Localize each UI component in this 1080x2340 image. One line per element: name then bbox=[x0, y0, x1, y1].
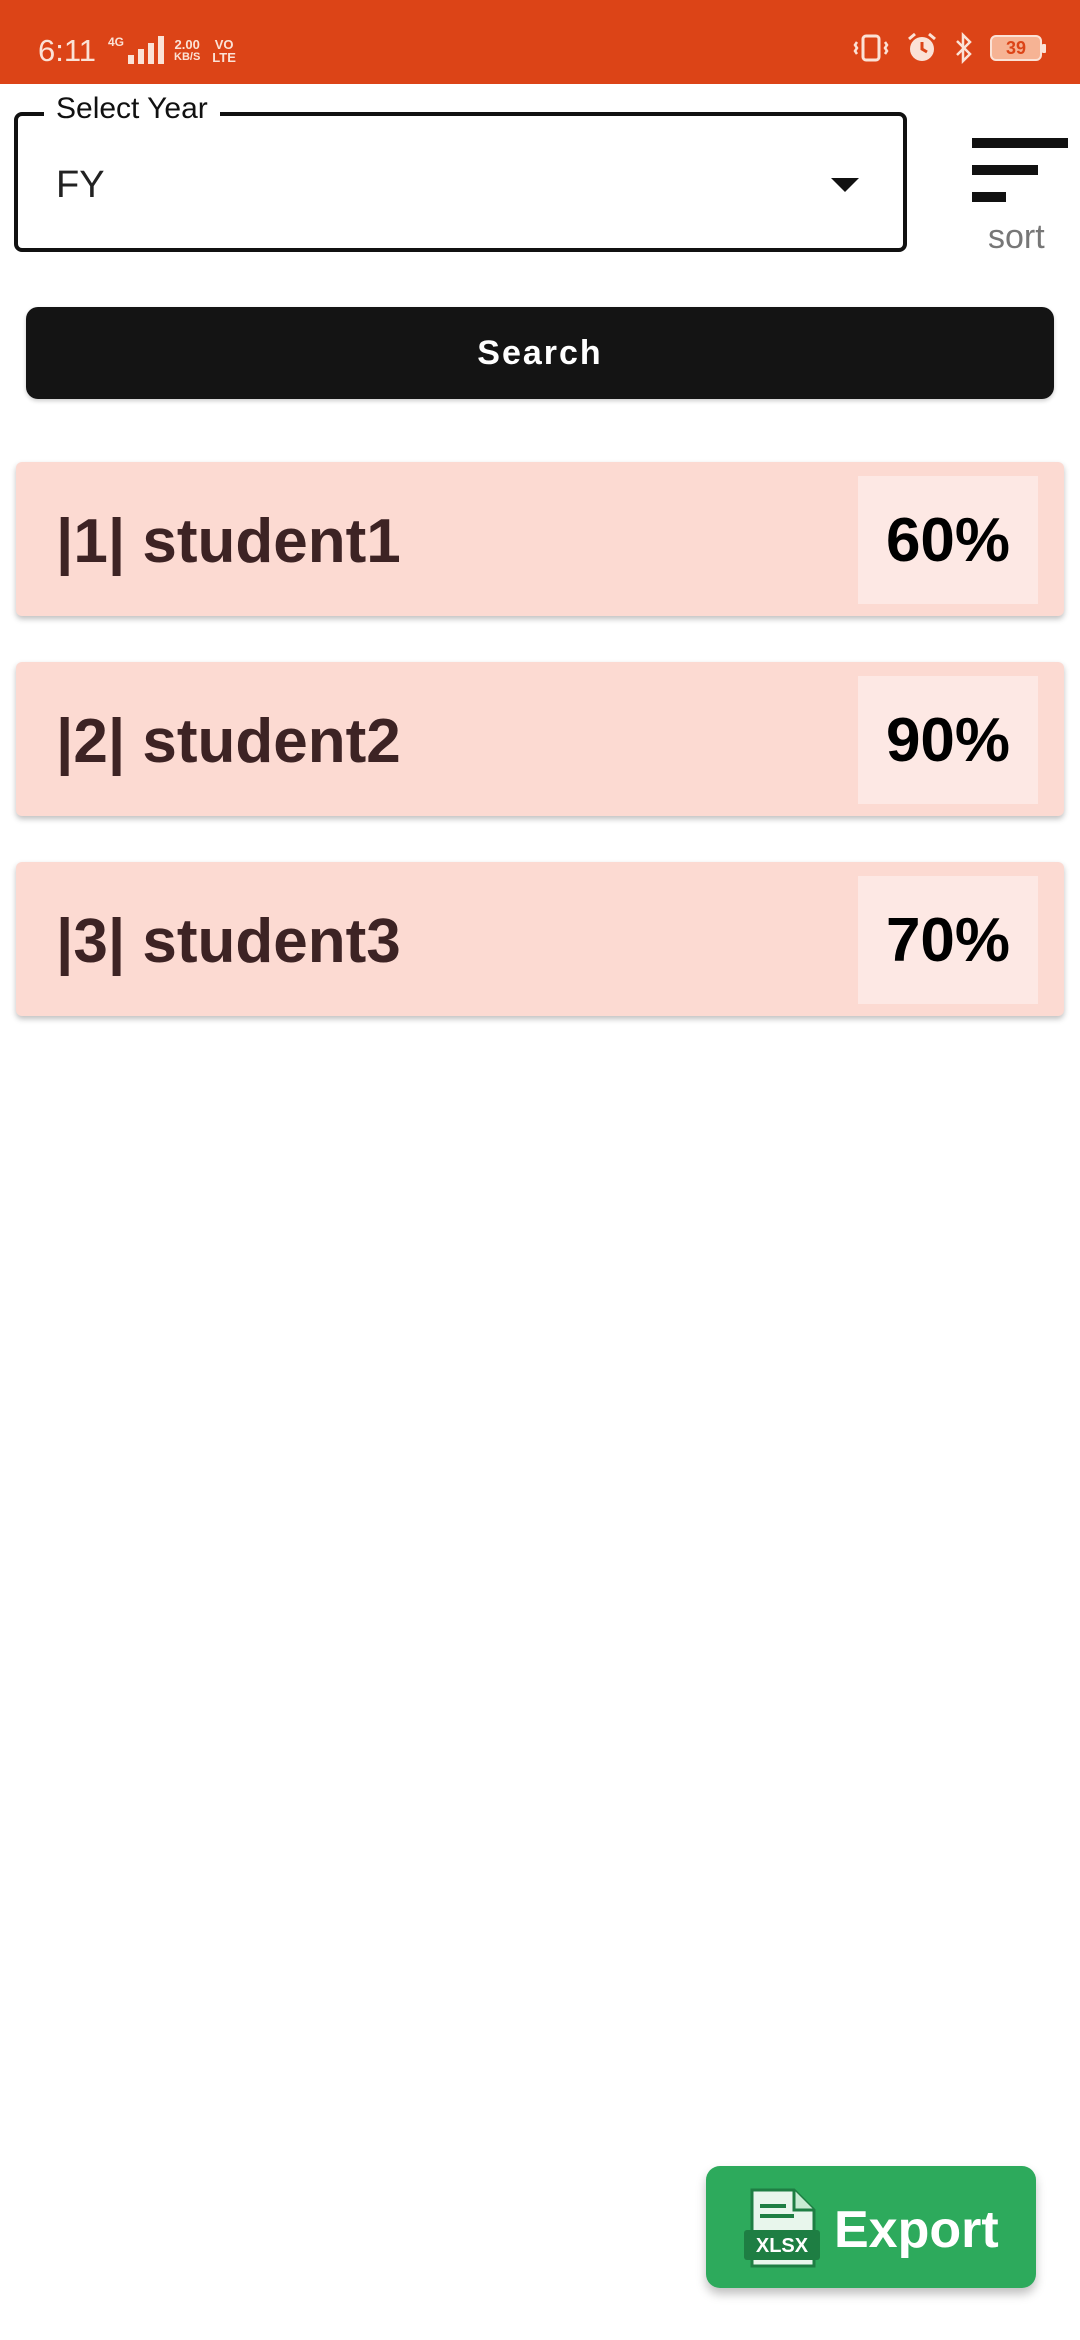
volte-indicator: VO LTE bbox=[212, 37, 236, 65]
network-type: 4G bbox=[108, 35, 125, 49]
vibrate-icon bbox=[853, 34, 889, 62]
student-list-item[interactable]: |1| student1 60% bbox=[16, 462, 1064, 616]
status-bar: 6:11 4G 2.00 KB/S VO LTE 39 bbox=[0, 0, 1080, 84]
student-name: |2| student2 bbox=[56, 707, 401, 776]
student-list: |1| student1 60% |2| student2 90% |3| st… bbox=[16, 462, 1064, 1062]
sort-icon bbox=[972, 138, 1068, 202]
student-list-item[interactable]: |3| student3 70% bbox=[16, 862, 1064, 1016]
signal-icon bbox=[128, 36, 165, 64]
year-select-value: FY bbox=[56, 164, 105, 206]
sort-button[interactable]: sort bbox=[960, 138, 1070, 258]
battery-icon: 39 bbox=[990, 35, 1046, 61]
export-label: Export bbox=[834, 2201, 999, 2259]
year-select[interactable]: Select Year FY bbox=[14, 92, 907, 252]
sort-label: sort bbox=[988, 218, 1045, 256]
status-time: 6:11 bbox=[38, 33, 97, 68]
network-indicators: 4G 2.00 KB/S VO LTE bbox=[108, 36, 236, 64]
student-list-item[interactable]: |2| student2 90% bbox=[16, 662, 1064, 816]
student-score: 90% bbox=[858, 676, 1038, 804]
xlsx-icon-text: XLSX bbox=[756, 2235, 809, 2257]
bluetooth-icon bbox=[956, 32, 972, 64]
data-speed: 2.00 KB/S bbox=[174, 37, 201, 63]
dropdown-arrow-icon bbox=[831, 178, 859, 192]
student-score: 60% bbox=[858, 476, 1038, 604]
system-icons: 39 bbox=[852, 32, 1046, 64]
student-score: 70% bbox=[858, 876, 1038, 1004]
export-button[interactable]: XLSX Export bbox=[706, 2166, 1036, 2288]
year-select-label: Select Year bbox=[44, 92, 220, 126]
student-name: |3| student3 bbox=[56, 907, 401, 976]
xlsx-file-icon: XLSX bbox=[744, 2188, 820, 2268]
search-button[interactable]: Search bbox=[26, 307, 1054, 399]
alarm-icon bbox=[908, 32, 936, 61]
student-name: |1| student1 bbox=[56, 507, 401, 576]
